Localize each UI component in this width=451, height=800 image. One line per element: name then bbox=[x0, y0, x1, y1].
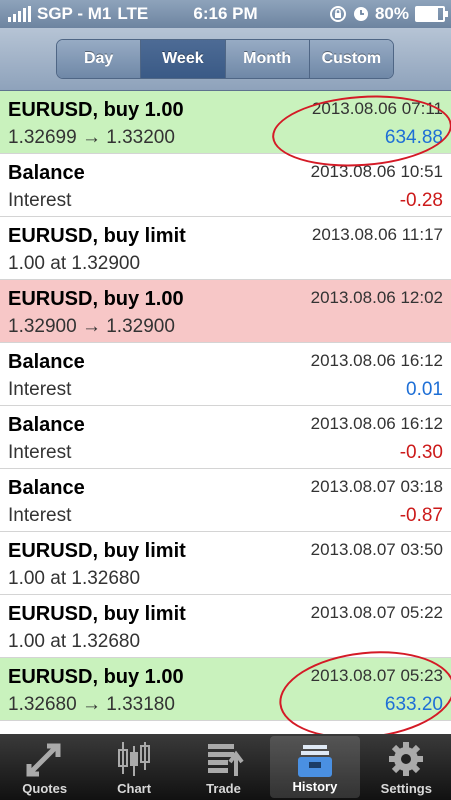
row-subtitle: 1.00 at 1.32900 bbox=[8, 253, 141, 274]
row-title: EURUSD, buy limit bbox=[8, 225, 186, 247]
row-amount: -0.28 bbox=[399, 190, 443, 211]
battery-icon bbox=[415, 6, 448, 22]
row-date: 2013.08.06 07:11 bbox=[311, 99, 443, 118]
row-subtitle: Interest bbox=[8, 442, 72, 463]
row-title: Balance bbox=[8, 414, 85, 436]
tab-label: Trade bbox=[206, 781, 241, 796]
segment-month[interactable]: Month bbox=[225, 40, 310, 78]
history-tray-icon bbox=[297, 745, 332, 777]
row-subtitle: Interest bbox=[8, 379, 72, 400]
tab-quotes[interactable]: Quotes bbox=[0, 734, 89, 800]
tab-chart[interactable]: Chart bbox=[89, 734, 178, 800]
segment-custom[interactable]: Custom bbox=[309, 40, 393, 78]
history-row[interactable]: Balance Interest 2013.08.06 16:12 0.01 bbox=[0, 343, 451, 406]
row-date: 2013.08.06 12:02 bbox=[310, 288, 443, 307]
row-subtitle: 1.32680 → 1.33180 bbox=[8, 694, 175, 715]
row-amount: -0.87 bbox=[399, 505, 443, 526]
history-row[interactable]: EURUSD, buy limit 1.00 at 1.32900 2013.08.… bbox=[0, 217, 451, 280]
trade-list-icon bbox=[207, 744, 244, 776]
row-subtitle: 1.00 at 1.32680 bbox=[8, 631, 141, 652]
row-date: 2013.08.06 16:12 bbox=[310, 414, 443, 433]
tab-label: History bbox=[292, 779, 338, 794]
row-title: EURUSD, buy 1.00 bbox=[8, 288, 184, 310]
row-title: EURUSD, buy limit bbox=[8, 603, 186, 625]
tab-label: Quotes bbox=[22, 781, 68, 796]
history-row[interactable]: EURUSD, buy limit 1.00 at 1.32680 2013.08.… bbox=[0, 595, 451, 658]
history-row[interactable]: EURUSD, buy 1.00 1.32900 → 1.32900 2013.08… bbox=[0, 280, 451, 343]
battery-percent: 80% bbox=[374, 4, 409, 23]
history-row[interactable]: Balance Interest 2013.08.07 03:18 -0.87 bbox=[0, 469, 451, 532]
candlestick-chart-icon bbox=[118, 742, 151, 776]
period-segmented-control: Day Week Month Custom bbox=[56, 39, 394, 79]
row-title: Balance bbox=[8, 351, 85, 373]
row-title: Balance bbox=[8, 162, 85, 184]
row-subtitle: 1.00 at 1.32680 bbox=[8, 568, 141, 589]
tab-label: Chart bbox=[117, 781, 152, 796]
row-date: 2013.08.07 03:50 bbox=[310, 540, 443, 559]
row-date: 2013.08.07 03:18 bbox=[310, 477, 443, 496]
tab-bar: Quotes Chart Trade History Settings bbox=[0, 734, 451, 800]
row-date: 2013.08.06 11:17 bbox=[311, 225, 443, 244]
tab-settings[interactable]: Settings bbox=[362, 734, 451, 800]
segment-week[interactable]: Week bbox=[141, 40, 226, 78]
period-header: Day Week Month Custom bbox=[0, 28, 451, 91]
row-subtitle: Interest bbox=[8, 190, 72, 211]
tab-history[interactable]: History bbox=[270, 736, 360, 798]
row-subtitle: Interest bbox=[8, 505, 72, 526]
rotation-lock-icon bbox=[329, 6, 346, 22]
row-amount: 634.88 bbox=[384, 127, 443, 148]
status-bar: SGP - M1 LTE 6:16 PM 80% bbox=[0, 0, 451, 28]
history-row[interactable]: EURUSD, buy limit 1.00 at 1.32680 2013.08.… bbox=[0, 532, 451, 595]
row-amount: -0.30 bbox=[399, 442, 443, 463]
row-subtitle: 1.32699 → 1.33200 bbox=[8, 127, 175, 148]
row-date: 2013.08.06 16:12 bbox=[310, 351, 443, 370]
segment-day[interactable]: Day bbox=[57, 40, 142, 78]
row-date: 2013.08.07 05:23 bbox=[310, 666, 443, 685]
row-subtitle: 1.32900 → 1.32900 bbox=[8, 316, 175, 337]
tab-label: Settings bbox=[380, 781, 432, 796]
alarm-clock-icon bbox=[353, 7, 368, 21]
status-right: 80% bbox=[329, 4, 448, 24]
row-title: EURUSD, buy 1.00 bbox=[8, 666, 184, 688]
history-row[interactable]: Balance Interest 2013.08.06 10:51 -0.28 bbox=[0, 154, 451, 217]
row-title: EURUSD, buy limit bbox=[8, 540, 186, 562]
row-title: Balance bbox=[8, 477, 85, 499]
row-date: 2013.08.07 05:22 bbox=[310, 603, 443, 622]
tab-trade[interactable]: Trade bbox=[179, 734, 268, 800]
row-title: EURUSD, buy 1.00 bbox=[8, 99, 184, 121]
quotes-arrows-icon bbox=[26, 743, 61, 777]
history-list: EURUSD, buy 1.00 1.32699 → 1.33200 2013.08… bbox=[0, 91, 451, 721]
history-row[interactable]: EURUSD, buy 1.00 1.32699 → 1.33200 2013.08… bbox=[0, 91, 451, 154]
row-amount: 0.01 bbox=[406, 379, 443, 400]
history-row[interactable]: EURUSD, buy 1.00 1.32680 → 1.33180 2013.08… bbox=[0, 658, 451, 721]
row-amount: 633.20 bbox=[384, 694, 443, 715]
row-date: 2013.08.06 10:51 bbox=[310, 162, 443, 181]
gear-icon bbox=[389, 742, 424, 776]
history-row[interactable]: Balance Interest 2013.08.06 16:12 -0.30 bbox=[0, 406, 451, 469]
